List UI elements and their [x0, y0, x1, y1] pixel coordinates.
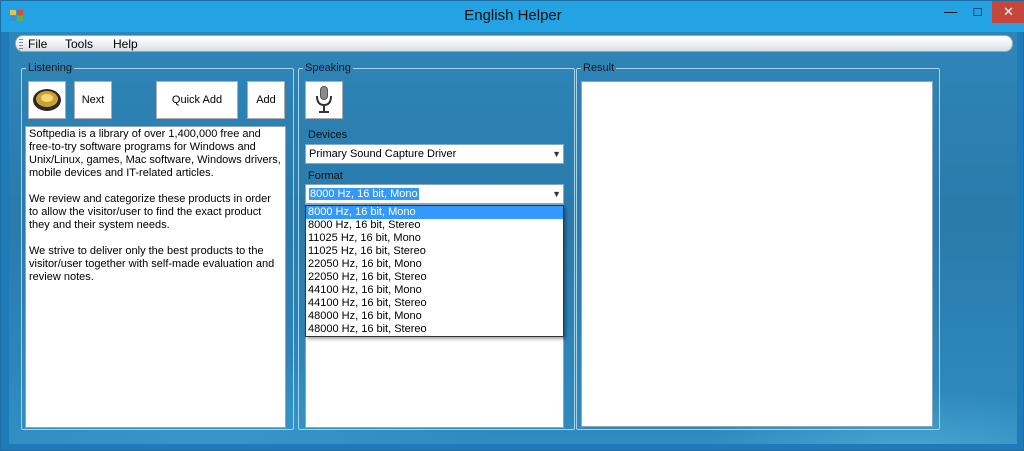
- format-option[interactable]: 44100 Hz, 16 bit, Stereo: [306, 297, 563, 310]
- listening-paragraph: Softpedia is a library of over 1,400,000…: [29, 128, 281, 179]
- chevron-down-icon[interactable]: ▼: [552, 145, 561, 163]
- listening-group-label: Listening: [26, 62, 75, 74]
- quick-add-button[interactable]: Quick Add: [156, 81, 238, 119]
- format-option[interactable]: 48000 Hz, 16 bit, Stereo: [306, 323, 563, 336]
- minimize-button[interactable]: —: [936, 1, 965, 23]
- format-option[interactable]: 44100 Hz, 16 bit, Mono: [306, 284, 563, 297]
- speaking-group: Speaking Devices Primary Sound Capture D…: [298, 62, 575, 430]
- menu-help[interactable]: Help: [113, 37, 138, 51]
- menu-file[interactable]: File: [28, 37, 47, 51]
- devices-select-value: Primary Sound Capture Driver: [309, 148, 457, 160]
- title-bar[interactable]: English Helper — □ ✕: [1, 1, 1024, 32]
- maximize-button[interactable]: □: [963, 1, 992, 23]
- format-option[interactable]: 11025 Hz, 16 bit, Mono: [306, 232, 563, 245]
- microphone-icon: [316, 86, 332, 113]
- add-button[interactable]: Add: [247, 81, 285, 119]
- menu-grip-icon: [19, 39, 23, 49]
- speaker-button[interactable]: [28, 81, 66, 119]
- client-area: File Tools Help Listening Next Quick Add…: [9, 32, 1017, 444]
- format-label: Format: [308, 170, 343, 182]
- result-group-label: Result: [581, 62, 617, 74]
- listening-text-area[interactable]: Softpedia is a library of over 1,400,000…: [25, 126, 286, 428]
- format-option[interactable]: 11025 Hz, 16 bit, Stereo: [306, 245, 563, 258]
- format-select-value: 8000 Hz, 16 bit, Mono: [309, 188, 419, 200]
- format-option[interactable]: 8000 Hz, 16 bit, Stereo: [306, 219, 563, 232]
- menu-bar: File Tools Help: [15, 35, 1013, 52]
- result-text-area[interactable]: [581, 81, 933, 427]
- app-window: English Helper — □ ✕ File Tools Help Lis…: [0, 0, 1024, 451]
- window-title: English Helper: [464, 7, 562, 24]
- speaker-icon: [33, 89, 61, 111]
- microphone-button[interactable]: [305, 81, 343, 119]
- chevron-down-icon[interactable]: ▼: [552, 185, 561, 203]
- speaking-group-label: Speaking: [303, 62, 353, 74]
- listening-group: Listening Next Quick Add Add Softpedia i…: [21, 62, 294, 430]
- result-group: Result: [576, 62, 940, 430]
- format-option[interactable]: 8000 Hz, 16 bit, Mono: [306, 206, 563, 219]
- format-option[interactable]: 22050 Hz, 16 bit, Stereo: [306, 271, 563, 284]
- format-select[interactable]: 8000 Hz, 16 bit, Mono ▼: [305, 184, 564, 204]
- next-button[interactable]: Next: [74, 81, 112, 119]
- devices-label: Devices: [308, 129, 348, 141]
- format-option[interactable]: 22050 Hz, 16 bit, Mono: [306, 258, 563, 271]
- format-dropdown-list: 8000 Hz, 16 bit, Mono 8000 Hz, 16 bit, S…: [305, 205, 564, 337]
- listening-paragraph: We review and categorize these products …: [29, 193, 271, 231]
- close-button[interactable]: ✕: [992, 1, 1024, 23]
- devices-select[interactable]: Primary Sound Capture Driver ▼: [305, 144, 564, 164]
- listening-paragraph: We strive to deliver only the best produ…: [29, 245, 275, 283]
- format-option[interactable]: 48000 Hz, 16 bit, Mono: [306, 310, 563, 323]
- menu-tools[interactable]: Tools: [65, 37, 93, 51]
